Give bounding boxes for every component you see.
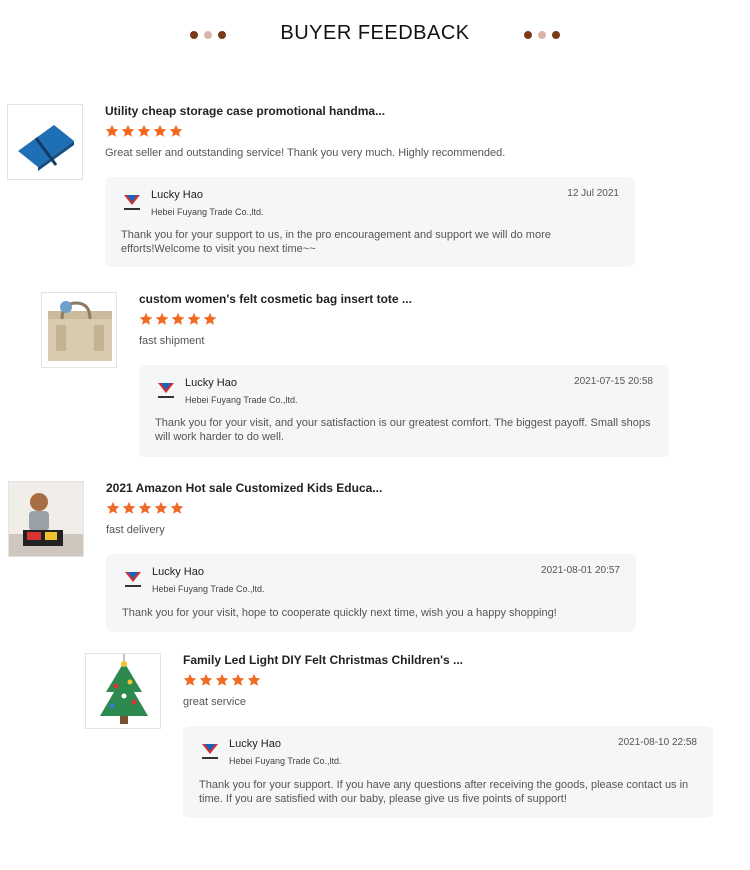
star-icon bbox=[171, 312, 185, 325]
star-icon bbox=[138, 501, 152, 514]
seller-logo-icon bbox=[202, 744, 218, 759]
seller-company: Hebei Fuyang Trade Co.,ltd. bbox=[185, 395, 298, 405]
section-title: BUYER FEEDBACK bbox=[280, 22, 470, 44]
star-icon bbox=[137, 124, 151, 137]
star-icon bbox=[183, 673, 197, 686]
product-thumbnail[interactable] bbox=[85, 653, 161, 729]
buyer-comment: fast shipment bbox=[139, 335, 205, 347]
reply-text: Thank you for your visit, hope to cooper… bbox=[122, 607, 557, 619]
star-icon bbox=[231, 673, 245, 686]
reply-text: Thank you for your support. If you have … bbox=[199, 779, 689, 805]
star-rating bbox=[105, 124, 183, 138]
reply-date: 12 Jul 2021 bbox=[567, 188, 619, 199]
star-icon bbox=[105, 124, 119, 137]
star-icon bbox=[187, 312, 201, 325]
seller-reply: Lucky Hao Hebei Fuyang Trade Co.,ltd. 20… bbox=[106, 554, 636, 632]
seller-logo-icon bbox=[124, 195, 140, 210]
product-title[interactable]: Family Led Light DIY Felt Christmas Chil… bbox=[183, 653, 463, 667]
seller-company: Hebei Fuyang Trade Co.,ltd. bbox=[152, 584, 265, 594]
star-icon bbox=[199, 673, 213, 686]
reply-text: Thank you for your support to us, in the… bbox=[121, 229, 551, 255]
seller-name: Lucky Hao bbox=[151, 189, 203, 201]
product-thumbnail[interactable] bbox=[41, 292, 117, 368]
star-rating bbox=[106, 501, 184, 515]
reply-date: 2021-08-01 20:57 bbox=[541, 565, 620, 576]
buyer-comment: Great seller and outstanding service! Th… bbox=[105, 147, 506, 159]
product-title[interactable]: custom women's felt cosmetic bag insert … bbox=[139, 292, 412, 306]
star-icon bbox=[247, 673, 261, 686]
seller-reply: Lucky Hao Hebei Fuyang Trade Co.,ltd. 20… bbox=[183, 726, 713, 818]
seller-reply: Lucky Hao Hebei Fuyang Trade Co.,ltd. 12… bbox=[105, 177, 635, 267]
seller-company: Hebei Fuyang Trade Co.,ltd. bbox=[151, 207, 264, 217]
star-icon bbox=[139, 312, 153, 325]
feedback-header: BUYER FEEDBACK bbox=[0, 0, 750, 70]
star-icon bbox=[215, 673, 229, 686]
reply-text: Thank you for your visit, and your satis… bbox=[155, 417, 651, 443]
product-thumbnail[interactable] bbox=[8, 481, 84, 557]
star-rating bbox=[139, 312, 217, 326]
seller-name: Lucky Hao bbox=[229, 738, 281, 750]
star-icon bbox=[169, 124, 183, 137]
reply-date: 2021-07-15 20:58 bbox=[574, 376, 653, 387]
seller-logo-icon bbox=[158, 383, 174, 398]
star-icon bbox=[122, 501, 136, 514]
seller-logo-icon bbox=[125, 572, 141, 587]
product-thumbnail[interactable] bbox=[7, 104, 83, 180]
product-title[interactable]: 2021 Amazon Hot sale Customized Kids Edu… bbox=[106, 481, 382, 495]
reply-date: 2021-08-10 22:58 bbox=[618, 737, 697, 748]
seller-reply: Lucky Hao Hebei Fuyang Trade Co.,ltd. 20… bbox=[139, 365, 669, 457]
buyer-comment: great service bbox=[183, 696, 246, 708]
star-icon bbox=[153, 124, 167, 137]
seller-name: Lucky Hao bbox=[152, 566, 204, 578]
seller-company: Hebei Fuyang Trade Co.,ltd. bbox=[229, 756, 342, 766]
product-title[interactable]: Utility cheap storage case promotional h… bbox=[105, 104, 385, 118]
seller-name: Lucky Hao bbox=[185, 377, 237, 389]
decorative-dots-right bbox=[524, 31, 560, 39]
star-icon bbox=[121, 124, 135, 137]
star-icon bbox=[203, 312, 217, 325]
star-icon bbox=[170, 501, 184, 514]
buyer-comment: fast delivery bbox=[106, 524, 165, 536]
star-icon bbox=[106, 501, 120, 514]
star-icon bbox=[154, 501, 168, 514]
star-rating bbox=[183, 673, 261, 687]
star-icon bbox=[155, 312, 169, 325]
